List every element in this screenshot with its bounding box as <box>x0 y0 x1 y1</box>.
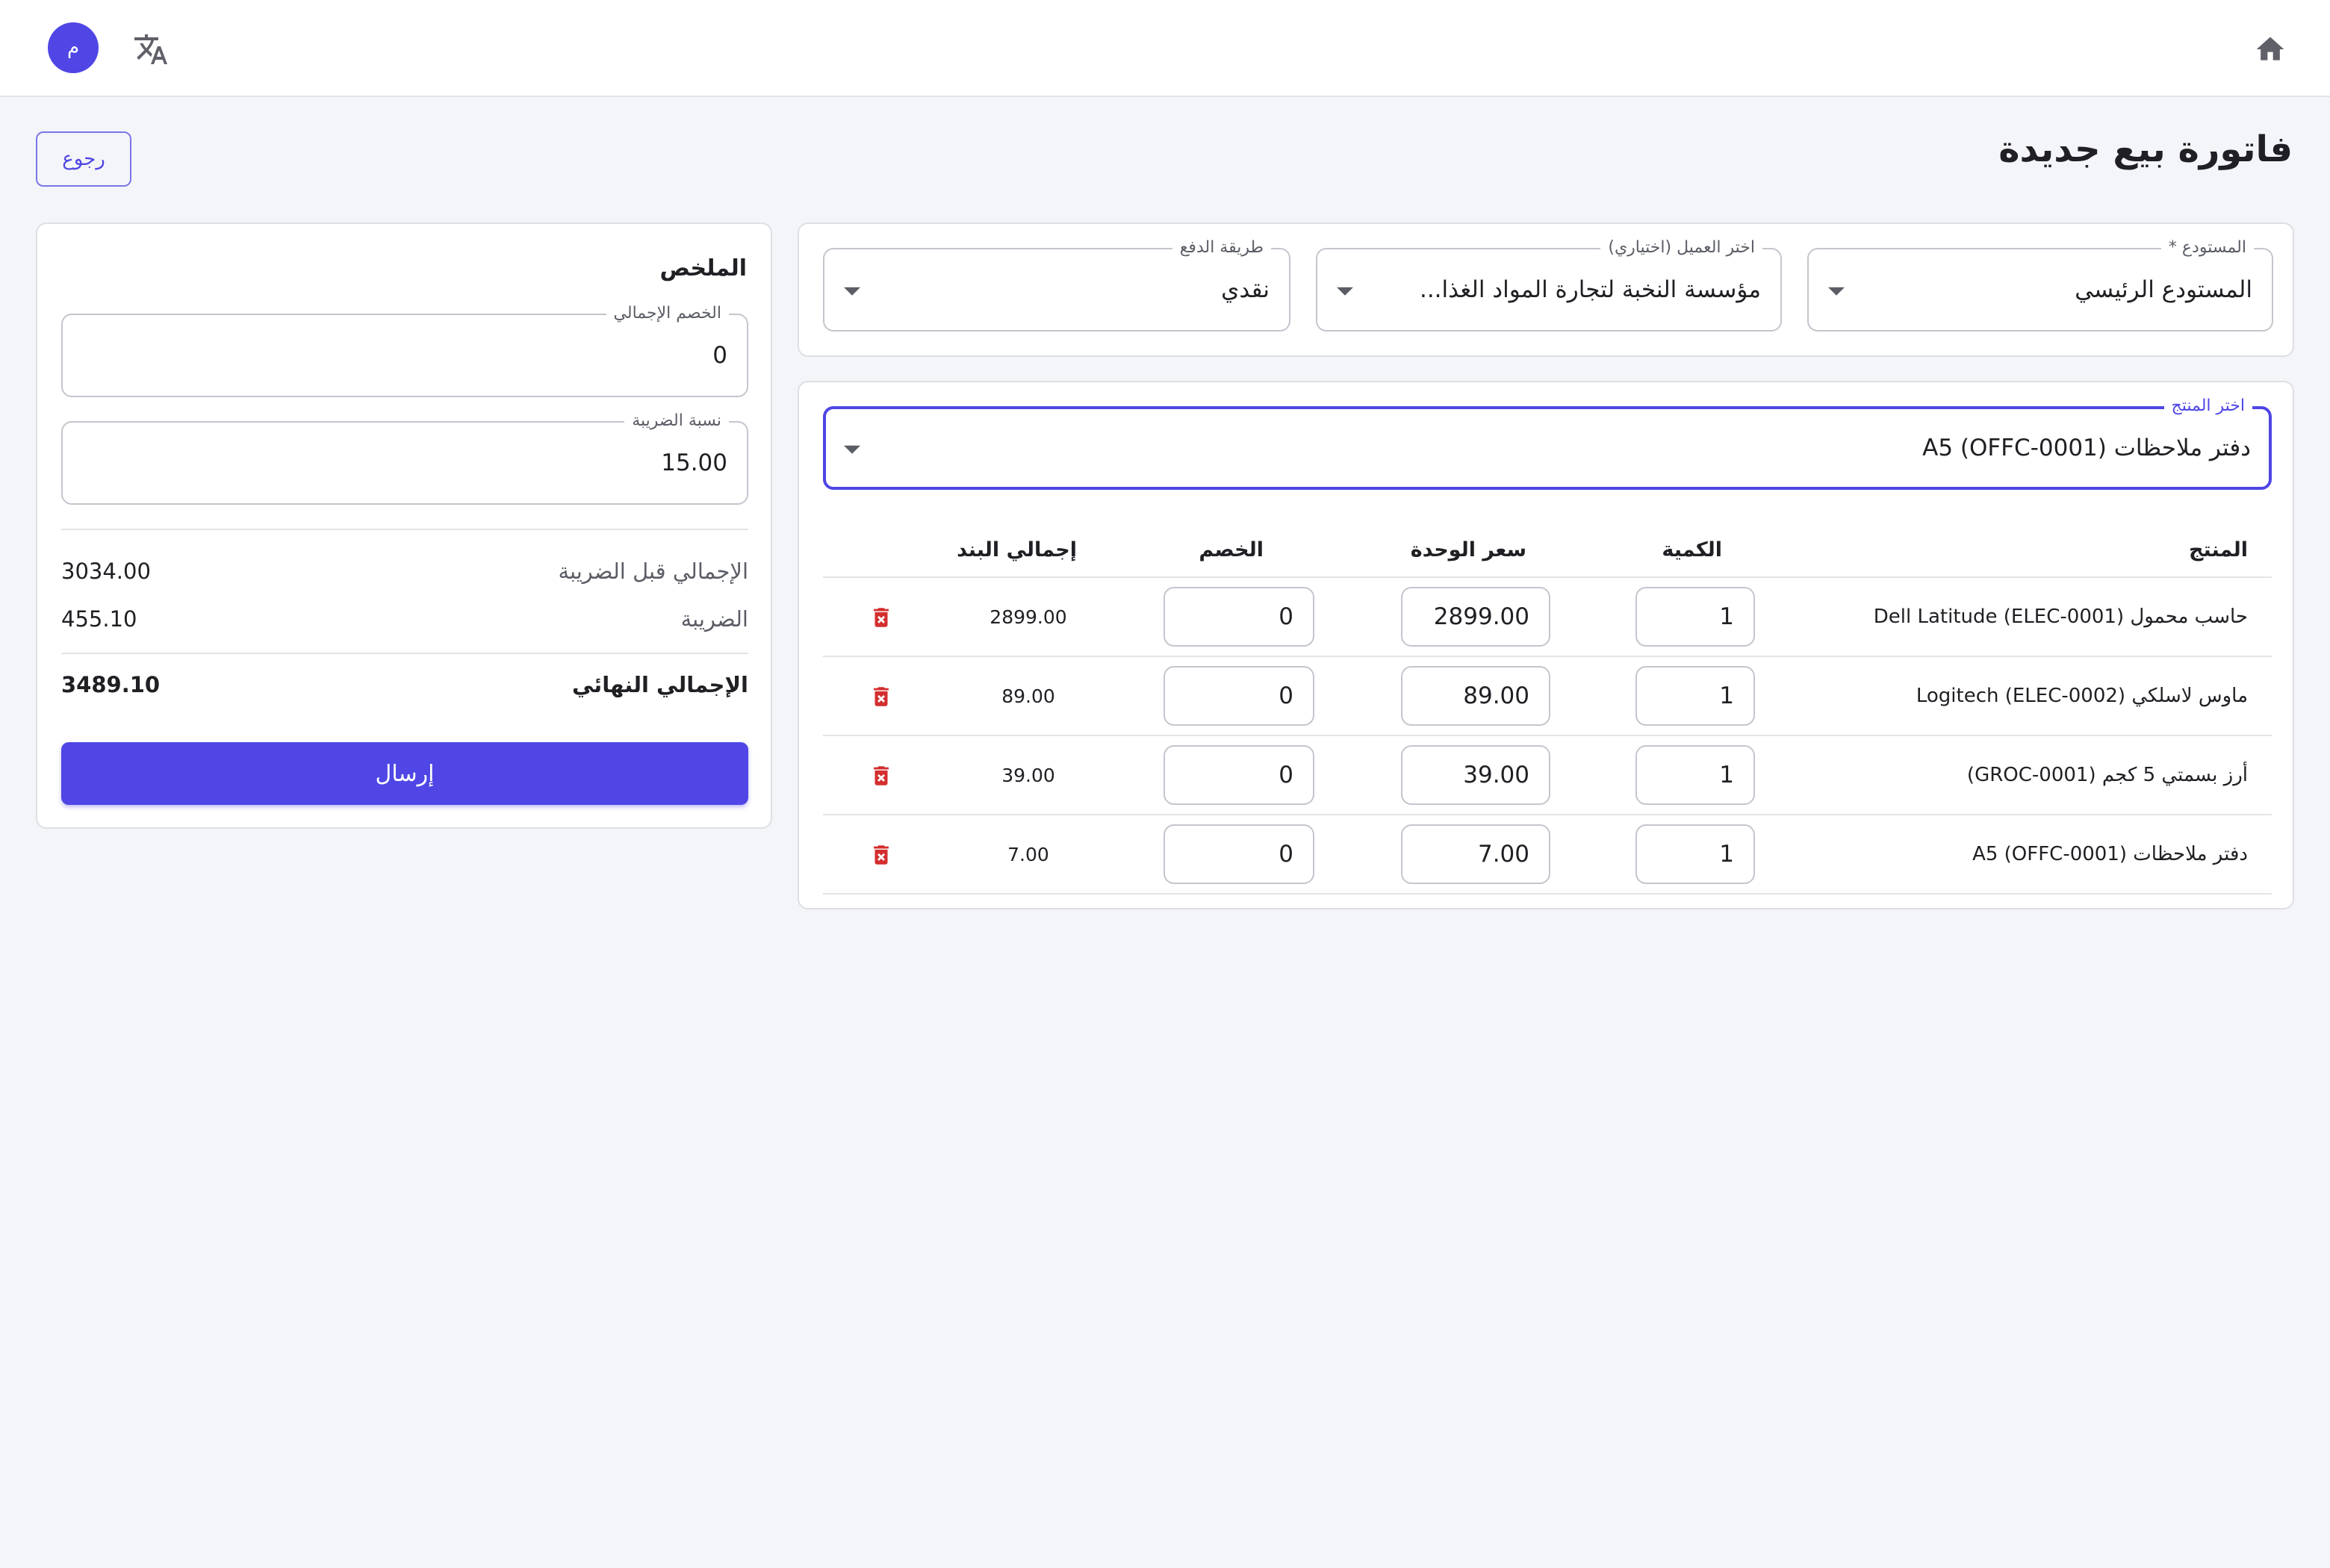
table-row: حاسب محمول Dell Latitude (ELEC-0001) 1 2… <box>823 578 2272 657</box>
row-line-total: 2899.00 <box>990 606 1067 628</box>
warehouse-select[interactable]: المستودع * المستودع الرئيسي <box>1807 237 2273 332</box>
page-title: فاتورة بيع جديدة <box>1998 128 2293 170</box>
col-discount: الخصم <box>1199 538 1264 561</box>
grand-total-row: الإجمالي النهائي 3489.10 <box>61 672 748 706</box>
products-table-header: المنتج الكمية سعر الوحدة الخصم إجمالي ال… <box>823 521 2272 578</box>
translate-icon <box>134 34 167 64</box>
chevron-down-icon <box>844 445 860 454</box>
trash-icon <box>874 687 889 706</box>
row-product-name: ماوس لاسلكي Logitech (ELEC-0002) <box>1916 685 2248 707</box>
app-bar: م <box>0 0 2330 97</box>
col-unit-price: سعر الوحدة <box>1410 538 1526 561</box>
grand-total-label: الإجمالي النهائي <box>571 672 748 697</box>
quantity-input[interactable]: 1 <box>1635 745 1755 805</box>
row-product-name: أرز بسمتي 5 كجم (GROC-0001) <box>1966 764 2248 786</box>
total-discount-value: 0 <box>712 342 727 369</box>
total-discount-input[interactable]: الخصم الإجمالي 0 <box>61 303 748 397</box>
table-row: أرز بسمتي 5 كجم (GROC-0001) 1 39.00 0 39… <box>823 736 2272 815</box>
subtotal-row: الإجمالي قبل الضريبة 3034.00 <box>61 559 748 593</box>
trash-icon <box>874 845 889 865</box>
col-line-total: إجمالي البند <box>957 538 1077 561</box>
tax-row: الضريبة 455.10 <box>61 606 748 641</box>
table-row: ماوس لاسلكي Logitech (ELEC-0002) 1 89.00… <box>823 657 2272 736</box>
quantity-input[interactable]: 1 <box>1635 824 1755 884</box>
grand-total-value: 3489.10 <box>61 672 161 697</box>
chevron-down-icon <box>844 287 860 296</box>
discount-input[interactable]: 0 <box>1164 745 1314 805</box>
unit-price-input[interactable]: 89.00 <box>1401 666 1550 726</box>
delete-row-button[interactable] <box>866 839 896 871</box>
quantity-input[interactable]: 1 <box>1635 666 1755 726</box>
products-card: اختر المنتج دفتر ملاحظات A5 (OFFC-0001) … <box>798 381 2294 909</box>
tax-label: الضريبة <box>680 606 748 632</box>
col-product: المنتج <box>2189 538 2248 561</box>
translate-button[interactable] <box>128 27 173 72</box>
home-icon <box>2256 37 2284 60</box>
trash-icon <box>874 608 889 627</box>
submit-button[interactable]: إرسال <box>61 742 748 805</box>
trash-icon <box>874 766 889 785</box>
row-line-total: 39.00 <box>1001 764 1055 786</box>
divider <box>61 529 748 530</box>
col-quantity: الكمية <box>1662 538 1722 561</box>
delete-row-button[interactable] <box>866 602 896 633</box>
subtotal-label: الإجمالي قبل الضريبة <box>558 559 748 584</box>
total-discount-label: الخصم الإجمالي <box>606 303 729 324</box>
delete-row-button[interactable] <box>866 681 896 712</box>
delete-row-button[interactable] <box>866 760 896 791</box>
discount-input[interactable]: 0 <box>1164 587 1314 647</box>
tax-rate-input[interactable]: نسبة الضريبة 15.00 <box>61 411 748 505</box>
warehouse-value: المستودع الرئيسي <box>2075 276 2252 303</box>
tax-rate-value: 15.00 <box>661 449 727 476</box>
customer-select[interactable]: اختر العميل (اختياري) مؤسسة النخبة لتجار… <box>1316 237 1782 332</box>
row-product-name: حاسب محمول Dell Latitude (ELEC-0001) <box>1873 606 2248 628</box>
unit-price-input[interactable]: 39.00 <box>1401 745 1550 805</box>
quantity-input[interactable]: 1 <box>1635 587 1755 647</box>
invoice-header-card: المستودع * المستودع الرئيسي اختر العميل … <box>798 223 2294 357</box>
payment-method-select[interactable]: طريقة الدفع نقدي <box>823 237 1290 332</box>
subtotal-value: 3034.00 <box>61 559 151 584</box>
discount-input[interactable]: 0 <box>1164 666 1314 726</box>
discount-input[interactable]: 0 <box>1164 824 1314 884</box>
row-line-total: 89.00 <box>1001 685 1055 707</box>
avatar-initial: م <box>66 37 80 59</box>
table-row: دفتر ملاحظات A5 (OFFC-0001) 1 7.00 0 7.0… <box>823 815 2272 895</box>
unit-price-input[interactable]: 7.00 <box>1401 824 1550 884</box>
product-picker-value: دفتر ملاحظات A5 (OFFC-0001) <box>1922 435 2251 461</box>
back-button[interactable]: رجوع <box>36 131 131 187</box>
product-picker[interactable]: اختر المنتج دفتر ملاحظات A5 (OFFC-0001) <box>823 396 2272 490</box>
unit-price-input[interactable]: 2899.00 <box>1401 587 1550 647</box>
row-product-name: دفتر ملاحظات A5 (OFFC-0001) <box>1972 843 2248 865</box>
home-button[interactable] <box>2249 28 2291 70</box>
divider <box>61 653 748 654</box>
chevron-down-icon <box>1337 287 1353 296</box>
tax-value: 455.10 <box>61 606 137 632</box>
summary-card: الملخص الخصم الإجمالي 0 نسبة الضريبة 15.… <box>36 223 772 829</box>
chevron-down-icon <box>1828 287 1845 296</box>
payment-method-value: نقدي <box>1221 276 1270 303</box>
customer-value: مؤسسة النخبة لتجارة المواد الغذا... <box>1419 276 1761 303</box>
summary-title: الملخص <box>659 255 747 281</box>
user-avatar[interactable]: م <box>48 22 99 73</box>
row-line-total: 7.00 <box>1007 843 1049 865</box>
